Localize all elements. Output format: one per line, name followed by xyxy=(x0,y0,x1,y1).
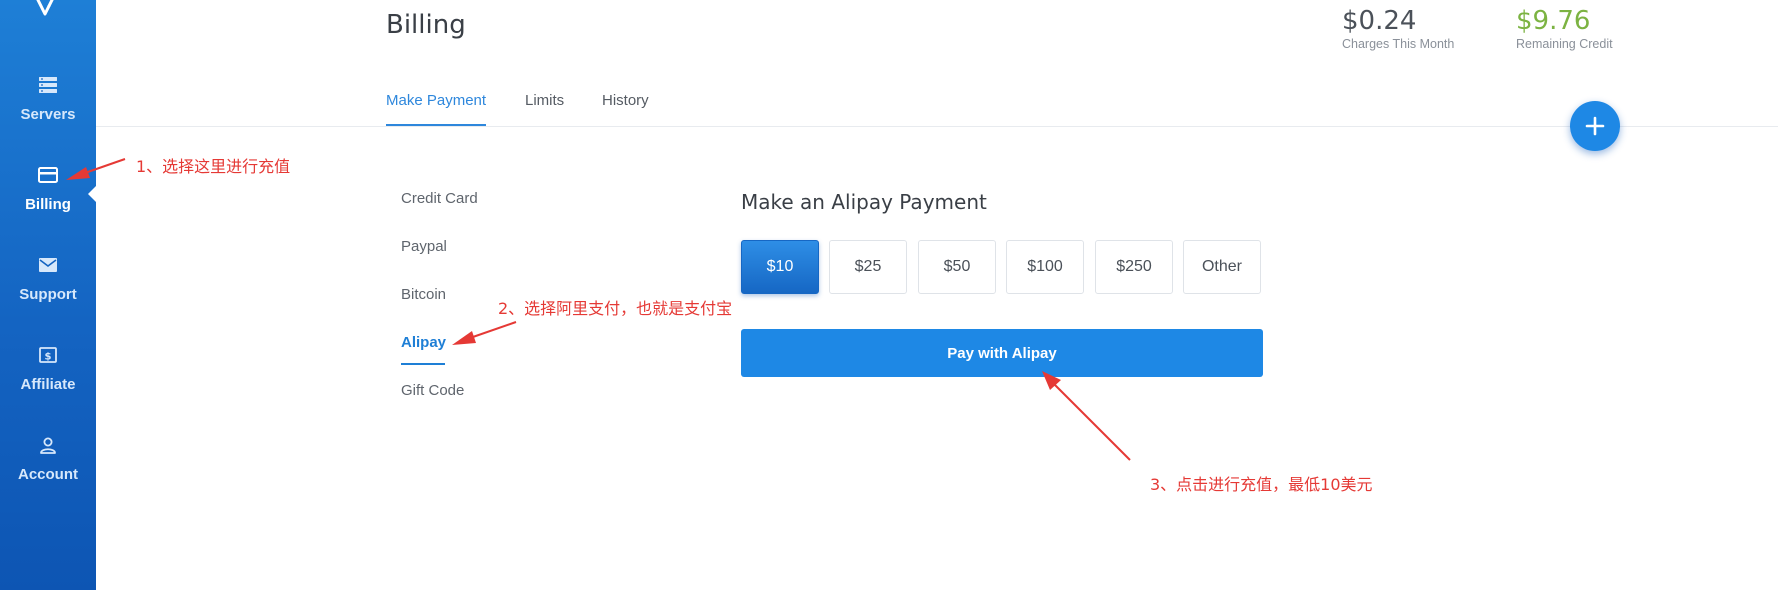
mail-icon xyxy=(39,258,57,272)
amount-option-250[interactable]: $250 xyxy=(1095,240,1173,294)
sidebar-item-support[interactable]: Support xyxy=(0,240,96,320)
payment-title: Make an Alipay Payment xyxy=(741,190,987,214)
header-divider xyxy=(96,126,1778,127)
sidebar-item-label: Support xyxy=(19,286,77,303)
sidebar-item-affiliate[interactable]: $ Affiliate xyxy=(0,330,96,410)
tab-limits[interactable]: Limits xyxy=(525,92,564,126)
sidebar-item-label: Account xyxy=(18,466,78,483)
card-icon xyxy=(38,167,58,183)
vultr-logo-icon[interactable] xyxy=(34,0,60,20)
amount-option-other[interactable]: Other xyxy=(1183,240,1261,294)
credit-stat: $9.76 Remaining Credit xyxy=(1516,6,1613,51)
method-active-underline xyxy=(401,363,445,365)
sidebar: Servers Billing Support $ Affiliate Acco… xyxy=(0,0,97,590)
sidebar-item-label: Billing xyxy=(25,196,71,213)
sidebar-item-billing[interactable]: Billing xyxy=(0,150,96,230)
method-alipay[interactable]: Alipay xyxy=(401,334,446,351)
charges-label: Charges This Month xyxy=(1342,37,1455,51)
method-credit-card[interactable]: Credit Card xyxy=(401,190,478,207)
annotation-step-2: 2、选择阿里支付，也就是支付宝 xyxy=(498,299,733,318)
amount-option-50[interactable]: $50 xyxy=(918,240,996,294)
sidebar-item-label: Servers xyxy=(20,106,76,123)
credit-value: $9.76 xyxy=(1516,6,1591,36)
credit-label: Remaining Credit xyxy=(1516,37,1613,51)
amount-option-100[interactable]: $100 xyxy=(1006,240,1084,294)
pay-with-alipay-button[interactable]: Pay with Alipay xyxy=(741,329,1263,377)
annotation-arrow-3 xyxy=(1042,371,1131,461)
dollar-icon: $ xyxy=(39,347,57,363)
method-paypal[interactable]: Paypal xyxy=(401,238,447,255)
servers-icon xyxy=(39,77,57,93)
method-gift-code[interactable]: Gift Code xyxy=(401,382,464,399)
method-bitcoin[interactable]: Bitcoin xyxy=(401,286,446,303)
annotation-step-3: 3、点击进行充值，最低10美元 xyxy=(1150,475,1373,494)
user-icon xyxy=(40,437,56,454)
amount-option-25[interactable]: $25 xyxy=(829,240,907,294)
tab-history[interactable]: History xyxy=(602,92,649,126)
annotation-arrow-2 xyxy=(452,321,517,345)
annotation-step-1: 1、选择这里进行充值 xyxy=(136,157,291,176)
charges-stat: $0.24 Charges This Month xyxy=(1342,6,1454,51)
amount-option-10[interactable]: $10 xyxy=(741,240,819,294)
page-title: Billing xyxy=(386,10,466,40)
active-indicator xyxy=(88,185,97,203)
svg-text:$: $ xyxy=(45,352,52,363)
sidebar-item-account[interactable]: Account xyxy=(0,420,96,500)
tab-make-payment[interactable]: Make Payment xyxy=(386,92,487,126)
charges-value: $0.24 xyxy=(1342,6,1417,36)
plus-icon xyxy=(1585,116,1605,136)
add-button[interactable] xyxy=(1570,101,1620,151)
sidebar-item-label: Affiliate xyxy=(20,376,76,393)
sidebar-item-servers[interactable]: Servers xyxy=(0,60,96,140)
annotation-arrows xyxy=(66,158,1131,461)
